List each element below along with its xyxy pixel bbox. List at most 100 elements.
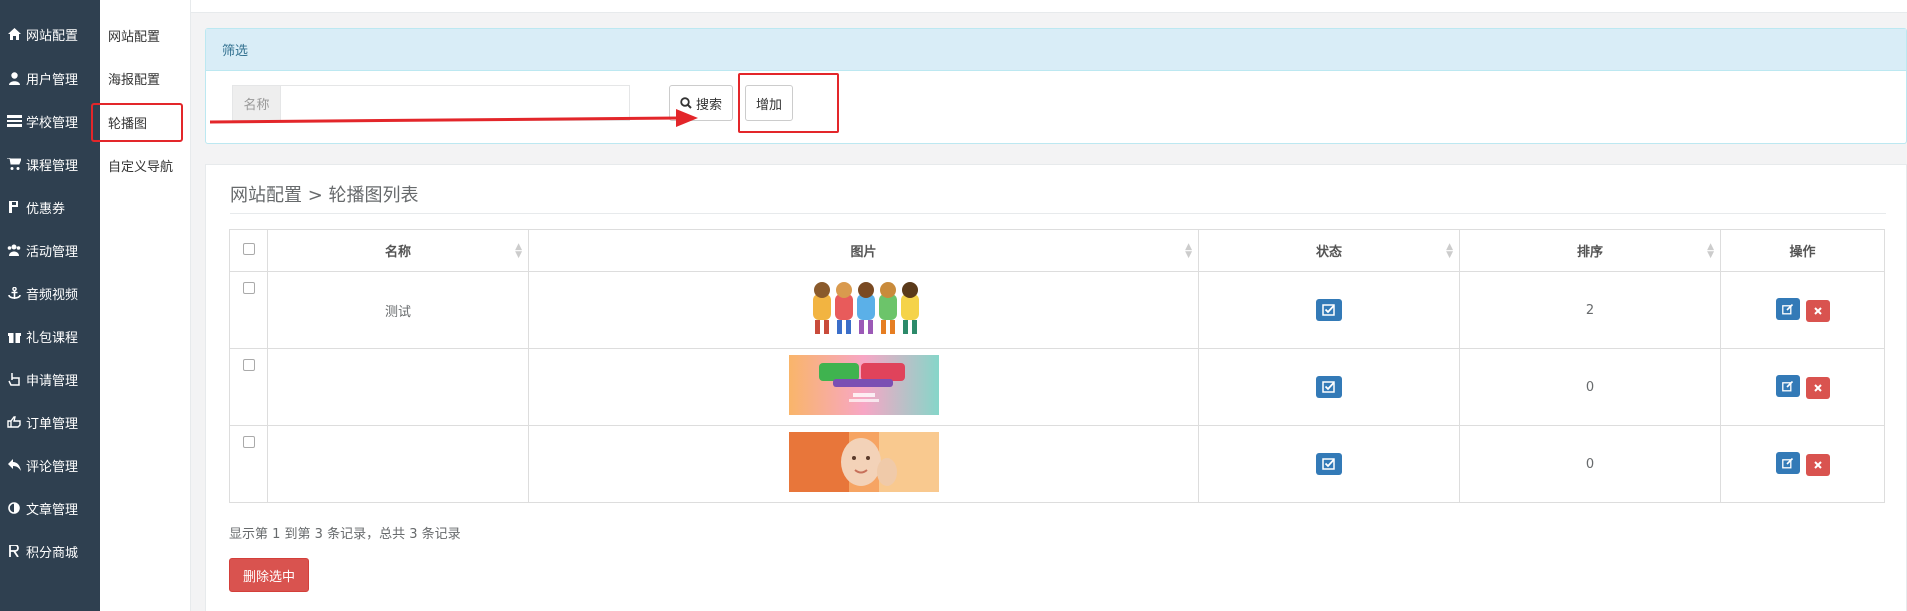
sidebar-item-gift-courses[interactable]: 礼包课程 (0, 315, 100, 357)
people-icon (6, 242, 22, 258)
add-highlight-box (738, 73, 839, 133)
delete-button[interactable] (1805, 453, 1830, 476)
column-name[interactable]: 名称 ▲ ▼ (267, 229, 529, 272)
pagination-info: 显示第 1 到第 3 条记录，总共 3 条记录 (229, 527, 461, 542)
page-title: 网站配置 > 轮播图列表 (230, 185, 419, 206)
sort-icon: ▲ ▼ (515, 241, 522, 260)
top-bar (191, 0, 1907, 13)
contrast-icon (6, 500, 22, 516)
actions-cell (1720, 271, 1885, 349)
status-checked-icon[interactable] (1316, 453, 1342, 475)
table-row: 0 (229, 348, 1885, 426)
anchor-icon (6, 285, 22, 301)
banner-icon (788, 355, 939, 415)
row-checkbox[interactable] (242, 359, 255, 371)
close-icon (1813, 384, 1822, 392)
column-actions: 操作 (1720, 229, 1885, 272)
title-divider (230, 213, 1886, 214)
submenu-item-label: 自定义导航 (108, 159, 174, 175)
table-header-row: 名称 ▲ ▼ 图片 ▲ ▼ 状态 ▲ ▼ 排序 ▲ ▼ 操作 (229, 229, 1885, 272)
filter-header: 筛选 (206, 29, 1906, 71)
submenu-item-custom-nav[interactable]: 自定义导航 (100, 144, 191, 186)
sidebar-item-label: 学校管理 (26, 115, 79, 131)
sidebar-item-applications[interactable]: 申请管理 (0, 358, 100, 400)
search-icon (680, 97, 692, 109)
select-all-cell (229, 229, 268, 272)
name-cell: 测试 (267, 271, 529, 349)
search-button[interactable]: 搜索 (669, 85, 734, 121)
sidebar-item-site-config[interactable]: 网站配置 (0, 13, 100, 55)
name-addon: 名称 (233, 86, 281, 120)
edit-icon (1781, 303, 1793, 315)
filter-panel: 筛选 名称 搜索 增加 (205, 28, 1907, 144)
sidebar-item-label: 课程管理 (26, 158, 79, 174)
status-cell (1198, 348, 1460, 426)
row-checkbox[interactable] (242, 282, 255, 294)
column-label: 排序 (1576, 245, 1603, 260)
sidebar-item-label: 评论管理 (26, 459, 79, 475)
edit-button[interactable] (1775, 298, 1800, 321)
sort-icon: ▲ ▼ (1707, 241, 1714, 260)
home-icon (6, 26, 22, 42)
actions-cell (1720, 425, 1885, 503)
submenu-item-label: 网站配置 (108, 29, 161, 45)
row-select-cell (229, 425, 268, 503)
row-checkbox[interactable] (242, 436, 255, 448)
sort-icon: ▲ ▼ (1446, 241, 1453, 260)
row-select-cell (229, 348, 268, 426)
list-panel: 网站配置 > 轮播图列表 名称 ▲ ▼ 图片 ▲ ▼ 状态 ▲ ▼ 排序 ▲ ▼ 操作 测试 (205, 164, 1907, 611)
edit-button[interactable] (1775, 452, 1800, 475)
column-status[interactable]: 状态 ▲ ▼ (1198, 229, 1460, 272)
name-cell (267, 348, 529, 426)
row-select-cell (229, 271, 268, 349)
column-image[interactable]: 图片 ▲ ▼ (528, 229, 1199, 272)
sidebar-item-points-mall[interactable]: 积分商城 (0, 530, 100, 572)
cart-icon (6, 156, 22, 172)
status-cell (1198, 271, 1460, 349)
actions-cell (1720, 348, 1885, 426)
column-label: 状态 (1315, 245, 1342, 260)
image-cell (528, 271, 1199, 349)
sidebar-item-activities[interactable]: 活动管理 (0, 229, 100, 271)
sidebar-item-label: 申请管理 (26, 373, 79, 389)
points-icon (6, 543, 22, 559)
order-cell: 2 (1459, 271, 1721, 349)
table-row: 0 (229, 425, 1885, 503)
sidebar-item-schools[interactable]: 学校管理 (0, 100, 100, 142)
sidebar-item-coupons[interactable]: 优惠券 (0, 186, 100, 228)
name-input[interactable] (281, 86, 629, 120)
delete-button[interactable] (1805, 376, 1830, 399)
column-order[interactable]: 排序 ▲ ▼ (1459, 229, 1721, 272)
kids-icon (812, 282, 919, 334)
delete-button[interactable] (1805, 299, 1830, 322)
column-label: 图片 (850, 245, 877, 260)
sidebar-item-users[interactable]: 用户管理 (0, 57, 100, 99)
close-icon (1813, 307, 1822, 315)
edit-button[interactable] (1775, 375, 1800, 398)
submenu-item-label: 海报配置 (108, 72, 161, 88)
status-checked-icon[interactable] (1316, 299, 1342, 321)
baby-photo-icon (788, 432, 939, 492)
sidebar-item-media[interactable]: 音频视频 (0, 272, 100, 314)
reply-icon (6, 457, 22, 473)
gift-icon (6, 328, 22, 344)
submenu-item-site-config[interactable]: 网站配置 (100, 14, 191, 56)
sidebar-item-courses[interactable]: 课程管理 (0, 143, 100, 185)
delete-selected-button[interactable]: 删除选中 (229, 558, 310, 592)
name-cell (267, 425, 529, 503)
sidebar-item-label: 积分商城 (26, 545, 79, 561)
image-cell (528, 425, 1199, 503)
table-row: 测试 2 (229, 271, 1885, 349)
sidebar-item-label: 订单管理 (26, 416, 79, 432)
carousel-table: 名称 ▲ ▼ 图片 ▲ ▼ 状态 ▲ ▼ 排序 ▲ ▼ 操作 测试 2 0 0 (229, 229, 1885, 503)
select-all-checkbox[interactable] (242, 242, 255, 255)
sidebar-item-articles[interactable]: 文章管理 (0, 487, 100, 529)
sidebar-item-comments[interactable]: 评论管理 (0, 444, 100, 486)
hand-icon (6, 371, 22, 387)
status-checked-icon[interactable] (1316, 376, 1342, 398)
building-icon (6, 113, 22, 129)
sidebar-item-orders[interactable]: 订单管理 (0, 401, 100, 443)
submenu-item-poster-config[interactable]: 海报配置 (100, 57, 191, 99)
sidebar-item-label: 音频视频 (26, 287, 79, 303)
coupon-icon (6, 199, 22, 215)
